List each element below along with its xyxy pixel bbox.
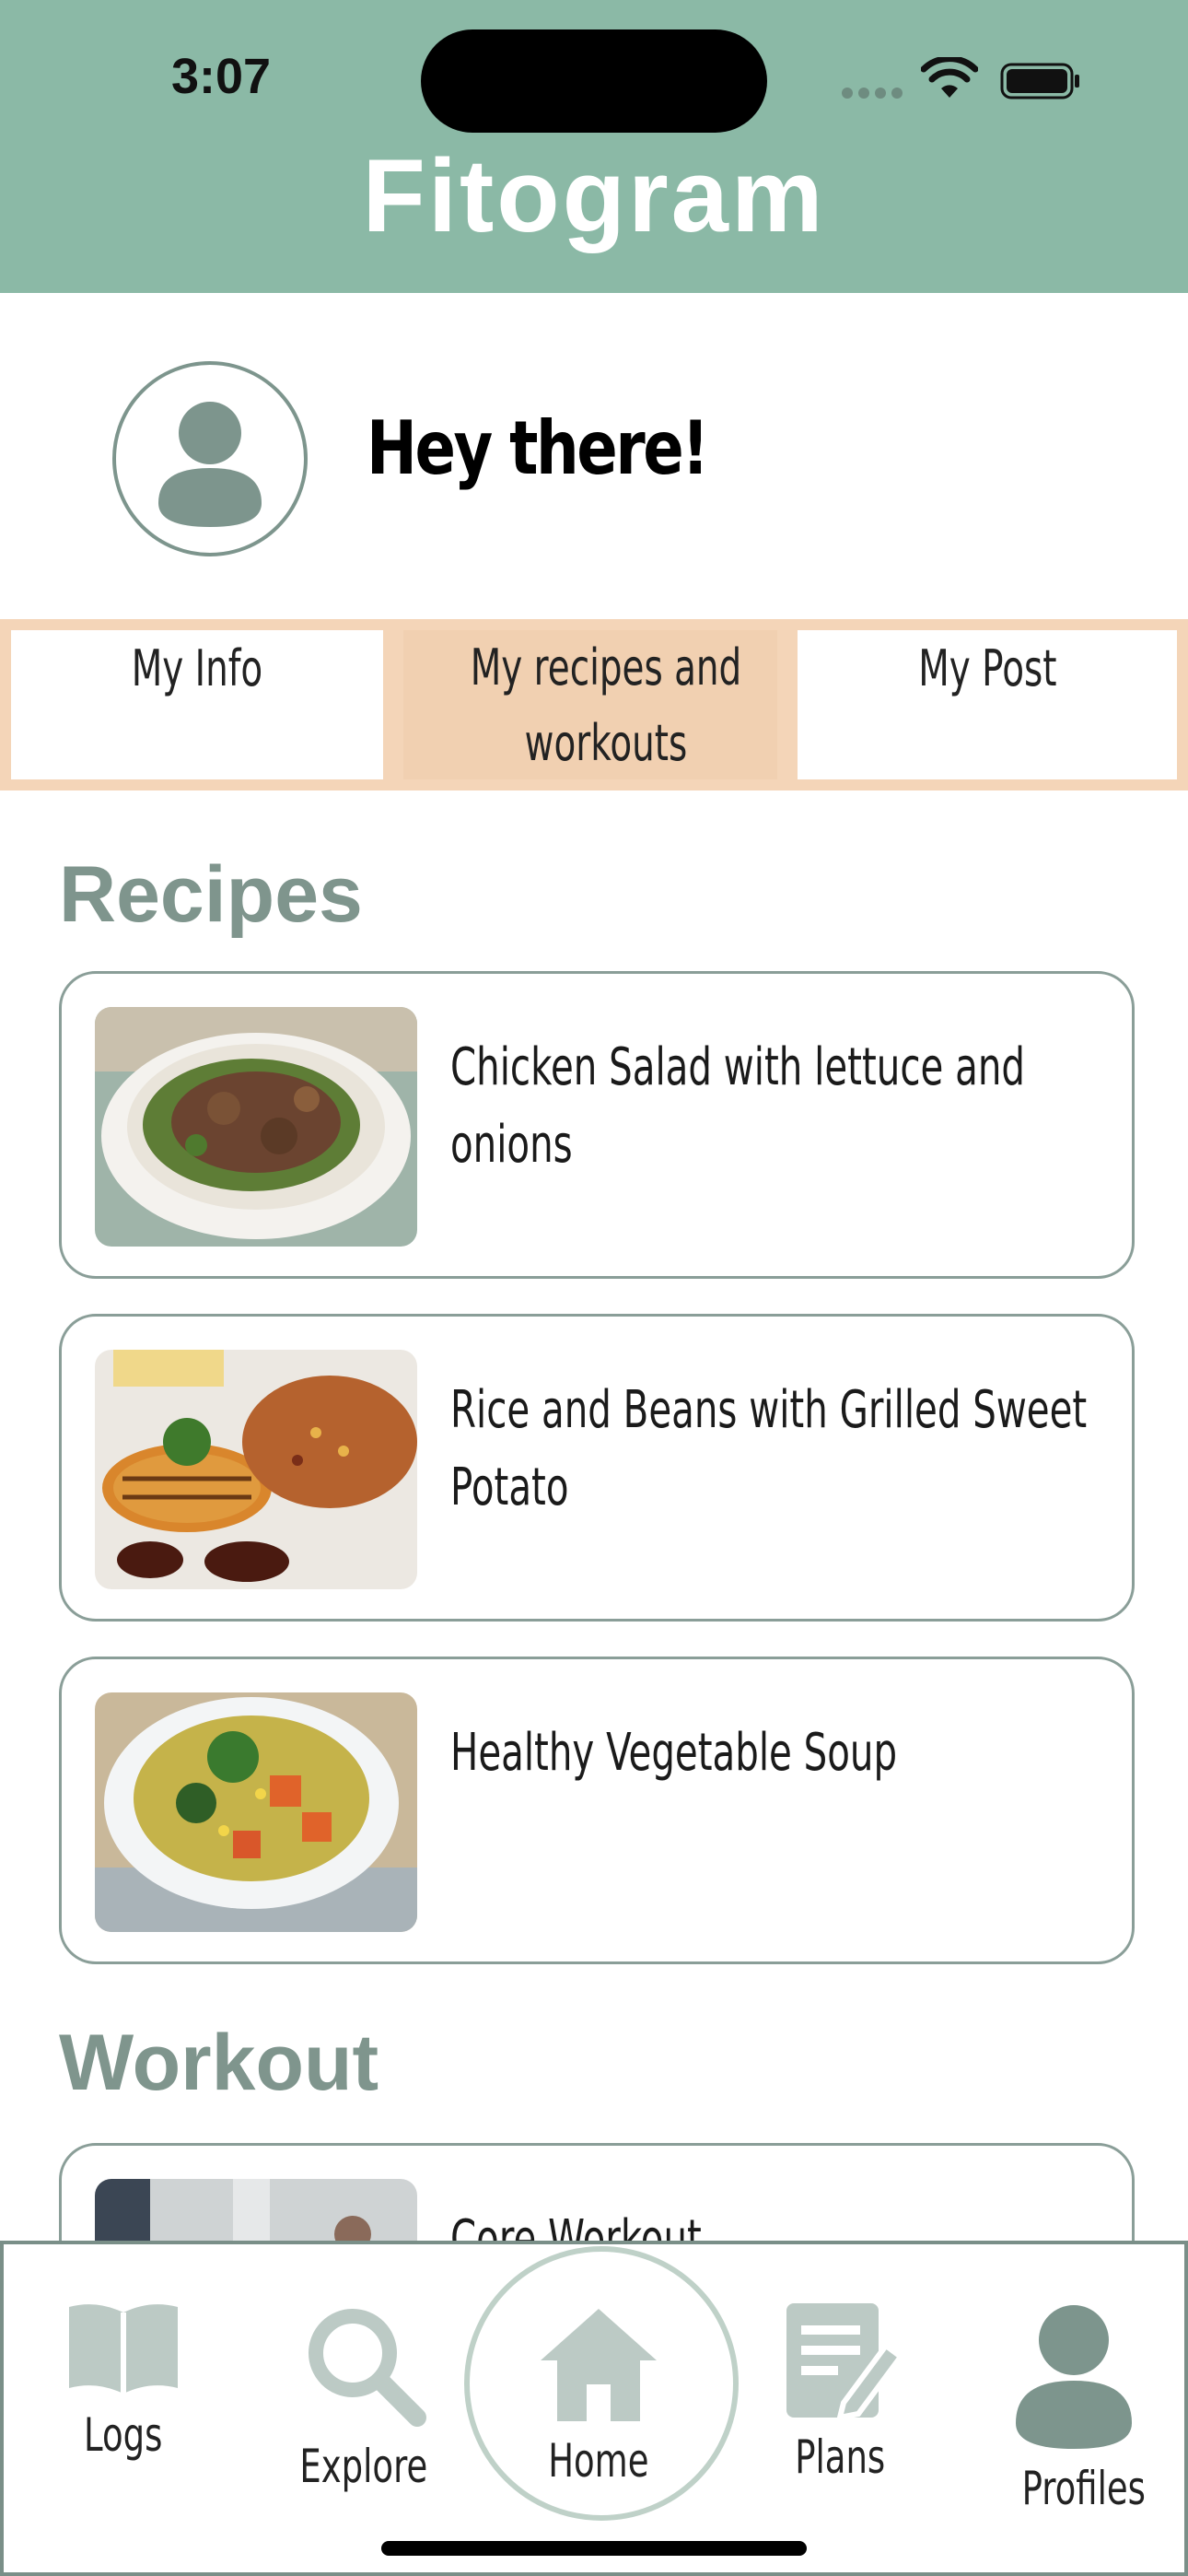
recipe-image-rice-beans: [95, 1350, 417, 1589]
tab-label: My Info: [131, 639, 263, 697]
nav-plans[interactable]: Plans: [766, 2300, 914, 2484]
user-profile-icon: [1016, 2305, 1132, 2449]
recipe-card[interactable]: Healthy Vegetable Soup: [59, 1657, 1135, 1964]
recipes-heading: Recipes: [59, 850, 363, 939]
nav-label: Home: [548, 2434, 649, 2488]
book-icon: [69, 2304, 178, 2394]
user-silhouette-icon: [158, 402, 262, 527]
recipe-title: Healthy Vegetable Soup: [450, 1723, 898, 1783]
profile-avatar[interactable]: [112, 361, 308, 556]
nav-label: Explore: [299, 2440, 428, 2493]
app-title: Fitogram: [362, 138, 826, 253]
nav-explore[interactable]: Explore: [276, 2300, 451, 2493]
tab-label: My Post: [917, 639, 1057, 697]
recipe-title: Rice and Beans with Grilled Sweet Potato: [450, 1380, 1088, 1517]
status-time: 3:07: [171, 49, 272, 104]
profile-tabs: My Info My recipes and workouts My Post: [0, 619, 1188, 790]
recipe-card[interactable]: Rice and Beans with Grilled Sweet Potato: [59, 1314, 1135, 1622]
recipe-card[interactable]: Chicken Salad with lettuce and onions: [59, 971, 1135, 1279]
home-indicator: [381, 2541, 807, 2556]
nav-label: Plans: [794, 2430, 885, 2484]
nav-logs[interactable]: Logs: [50, 2300, 197, 2462]
nav-home[interactable]: Home: [497, 2303, 700, 2488]
recipe-title: Chicken Salad with lettuce and onions: [450, 1037, 1025, 1175]
nav-profiles[interactable]: Profiles: [1000, 2303, 1147, 2515]
workout-heading: Workout: [59, 2019, 379, 2107]
cellular-signal-icon: [842, 87, 908, 103]
tab-label: My recipes and workouts: [470, 638, 742, 772]
nav-label: Profiles: [1021, 2462, 1146, 2515]
battery-icon: [1000, 63, 1079, 100]
home-icon: [541, 2309, 657, 2421]
wifi-icon: [921, 57, 978, 98]
tab-my-recipes-and-workouts[interactable]: My recipes and workouts: [403, 630, 777, 779]
tab-my-info[interactable]: My Info: [11, 630, 383, 779]
dynamic-island: [421, 29, 767, 133]
app-header: 3:07 Fitogram: [0, 0, 1188, 293]
recipe-image-vegetable-soup: [95, 1692, 417, 1932]
recipe-image-chicken-salad: [95, 1007, 417, 1247]
search-icon: [309, 2309, 426, 2427]
nav-label: Logs: [84, 2408, 163, 2462]
greeting-text: Hey there!: [367, 405, 709, 491]
edit-note-icon: [786, 2303, 905, 2421]
tab-my-post[interactable]: My Post: [798, 630, 1177, 779]
